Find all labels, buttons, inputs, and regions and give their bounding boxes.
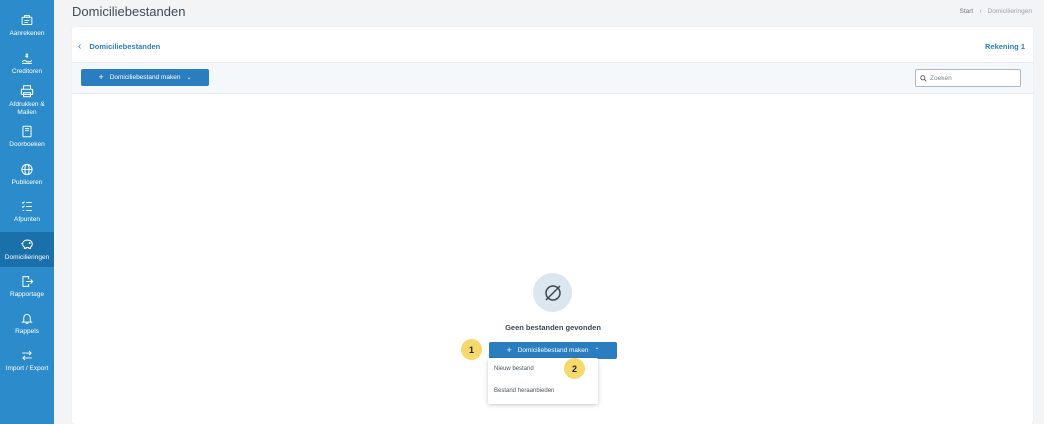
empty-set-icon [544, 284, 561, 301]
step-marker-1: 1 [461, 339, 482, 360]
account-selector[interactable]: Rekening 1 [985, 42, 1025, 51]
invoice-icon [21, 15, 33, 26]
sidebar-item-label: Rappels [15, 328, 39, 335]
sidebar-item-afdrukken[interactable]: Afdrukken & Mailen [0, 84, 54, 118]
sidebar-item-label: Doorboeken [9, 141, 45, 148]
content-card: ‹ Domiciliebestanden Rekening 1 + Domici… [72, 27, 1033, 424]
export-file-icon [22, 276, 34, 287]
hand-money-icon [21, 53, 33, 64]
sidebar-item-label: Aanrekenen [9, 30, 45, 37]
sidebar-item-afpunten[interactable]: Afpunten [0, 200, 54, 224]
card-header: ‹ Domiciliebestanden Rekening 1 [72, 27, 1033, 63]
sidebar-item-publiceren[interactable]: Publiceren [0, 163, 54, 187]
page-title: Domiciliebestanden [72, 4, 186, 19]
create-file-button[interactable]: + Domiciliebestand maken ⌄ [81, 69, 209, 86]
printer-icon [20, 85, 34, 98]
toolbar: + Domiciliebestand maken ⌄ [72, 63, 1033, 94]
back-link-label: Domiciliebestanden [89, 42, 161, 51]
sidebar-item-doorboeken[interactable]: Doorboeken [0, 125, 54, 149]
book-icon [22, 125, 32, 138]
empty-create-file-label: Domiciliebestand maken [517, 347, 589, 354]
sidebar-item-rapportage[interactable]: Rapportage [0, 275, 54, 299]
arrows-swap-icon [22, 350, 32, 361]
globe-icon [21, 163, 33, 176]
sidebar-item-aanrekenen[interactable]: Aanrekenen [0, 14, 54, 38]
step-marker-2: 2 [564, 358, 585, 379]
back-link[interactable]: ‹ Domiciliebestanden [78, 41, 161, 52]
sidebar-item-label: Import / Export [5, 365, 49, 372]
sidebar-item-label: Domicilieringen [4, 254, 50, 261]
sidebar-item-label: Rapportage [10, 291, 44, 298]
sidebar-item-label: Publiceren [11, 179, 43, 186]
chevron-left-icon: ‹ [78, 41, 82, 52]
menu-item-reoffer-file[interactable]: Bestand heraanbieden [494, 388, 554, 394]
menu-item-new-file[interactable]: Nieuw bestand [494, 366, 534, 372]
search-box[interactable] [915, 69, 1021, 87]
sidebar-item-label: Creditoren [11, 68, 43, 75]
chevron-down-icon: ⌄ [186, 75, 192, 81]
create-file-label: Domiciliebestand maken [109, 74, 181, 81]
breadcrumb-start-link[interactable]: Start [959, 8, 973, 15]
search-icon [920, 74, 927, 82]
empty-state-icon [533, 273, 572, 312]
chevron-right-icon: › [979, 8, 982, 15]
checklist-icon [21, 201, 32, 212]
breadcrumb-current: Domicilieringen [987, 8, 1032, 15]
bell-icon [21, 314, 33, 324]
piggy-bank-icon [21, 239, 33, 249]
chevron-up-icon: ⌃ [594, 348, 600, 354]
sidebar-item-domicilieringen[interactable]: Domicilieringen [0, 232, 54, 267]
search-input[interactable] [930, 74, 1020, 82]
sidebar-item-creditoren[interactable]: Creditoren [0, 52, 54, 76]
sidebar-item-import-export[interactable]: Import / Export [0, 349, 54, 373]
empty-create-file-button[interactable]: + Domiciliebestand maken ⌃ [489, 342, 617, 359]
breadcrumb: Start › Domicilieringen [959, 8, 1032, 15]
empty-state-message: Geen bestanden gevonden [505, 323, 601, 332]
plus-icon: + [506, 345, 512, 355]
sidebar-item-rappels[interactable]: Rappels [0, 312, 54, 336]
sidebar-item-label: Afdrukken & Mailen [9, 101, 45, 116]
sidebar-item-label: Afpunten [13, 216, 41, 223]
sidebar: Aanrekenen Creditoren Afdrukken & Mailen… [0, 0, 54, 424]
plus-icon: + [98, 72, 104, 82]
